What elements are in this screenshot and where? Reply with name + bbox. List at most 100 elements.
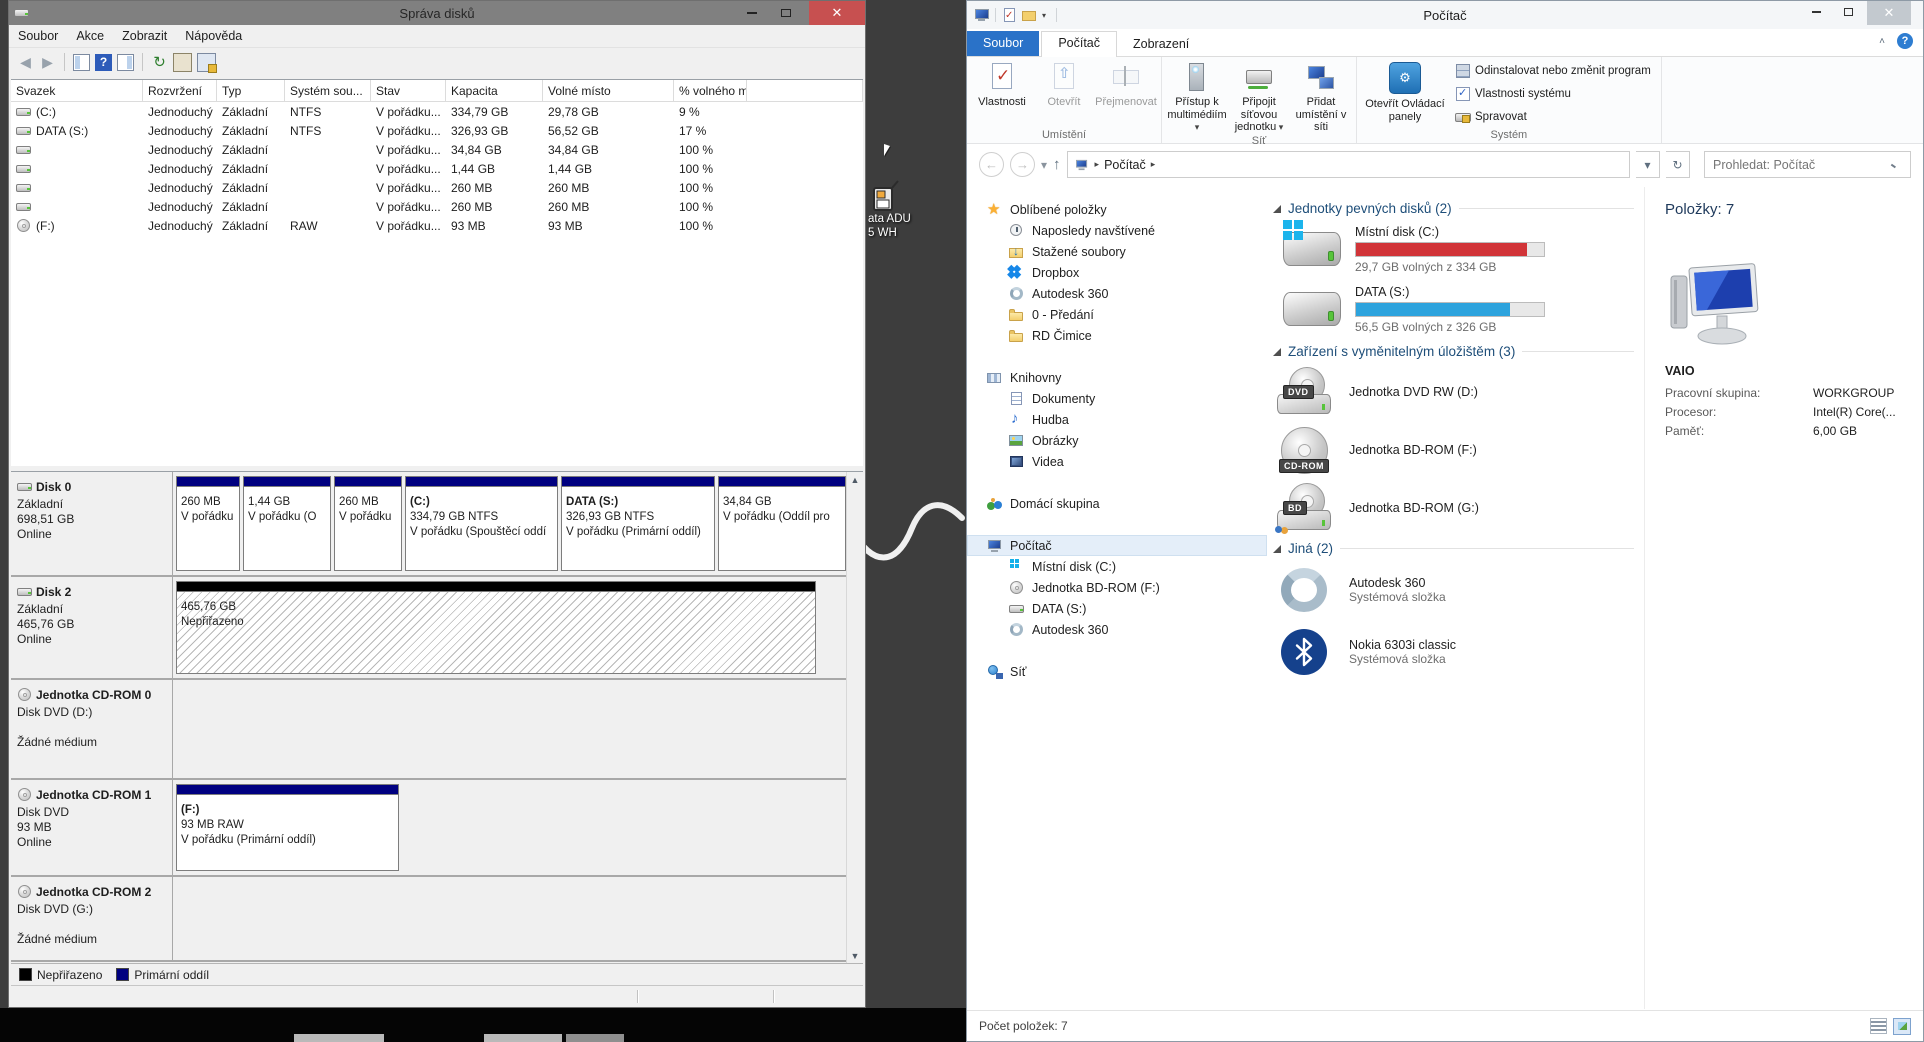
table-row[interactable]: JednoduchýZákladníV pořádku...1,44 GB1,4… bbox=[11, 159, 863, 178]
group-header[interactable]: Zařízení s vyměnitelným úložištěm (3) bbox=[1273, 344, 1644, 359]
column-header[interactable]: Kapacita bbox=[446, 80, 543, 101]
breadcrumb-arrow-icon[interactable]: ▸ bbox=[1095, 159, 1100, 170]
forward-button[interactable]: → bbox=[1010, 152, 1035, 177]
disk-label[interactable]: Jednotka CD-ROM 1Disk DVD93 MBOnline bbox=[11, 780, 173, 875]
history-dropdown-icon[interactable]: ▾ bbox=[1041, 158, 1047, 172]
search-box[interactable] bbox=[1704, 151, 1911, 178]
other-item[interactable]: Nokia 6303i classicSystémová složka bbox=[1273, 626, 1644, 678]
sidebar-item-místní-disk--c--[interactable]: Místní disk (C:) bbox=[967, 556, 1267, 577]
column-header[interactable]: Svazek bbox=[11, 80, 143, 101]
group-header[interactable]: Jiná (2) bbox=[1273, 541, 1644, 556]
help-icon[interactable]: ? bbox=[1897, 33, 1913, 49]
partition-region[interactable]: 34,84 GBV pořádku (Oddíl pro bbox=[718, 476, 846, 571]
desktop-shortcut[interactable]: ata ADU 5 WH bbox=[868, 180, 960, 240]
table-row[interactable]: (C:)JednoduchýZákladníNTFSV pořádku...33… bbox=[11, 102, 863, 121]
details-view-icon[interactable] bbox=[1870, 1018, 1887, 1034]
group-expanded-icon[interactable] bbox=[1273, 348, 1281, 356]
menu-item-akce[interactable]: Akce bbox=[67, 25, 113, 47]
sidebar-item-dropbox[interactable]: Dropbox bbox=[967, 262, 1267, 283]
help-icon[interactable]: ? bbox=[95, 54, 112, 71]
scroll-up-icon[interactable]: ▲ bbox=[851, 475, 860, 485]
sidebar-item-videa[interactable]: Videa bbox=[967, 451, 1267, 472]
sidebar-item-knihovny[interactable]: Knihovny bbox=[967, 367, 1267, 388]
ex-maximize-button[interactable] bbox=[1834, 1, 1863, 23]
ribbon-button[interactable]: ⚙Otevřít Ovládacípanely bbox=[1361, 59, 1449, 128]
up-button[interactable]: ↑ bbox=[1053, 156, 1061, 173]
new-folder-icon[interactable] bbox=[1022, 8, 1036, 22]
search-input[interactable] bbox=[1705, 152, 1888, 177]
column-header[interactable]: Typ bbox=[217, 80, 285, 101]
drive-item[interactable]: DATA (S:)56,5 GB volných z 326 GB bbox=[1281, 284, 1644, 334]
media-item[interactable]: BDJednotka BD-ROM (G:) bbox=[1273, 483, 1644, 533]
table-row[interactable]: (F:)JednoduchýZákladníRAWV pořádku...93 … bbox=[11, 216, 863, 235]
partition-region[interactable]: 260 MBV pořádku bbox=[176, 476, 240, 571]
table-row[interactable]: JednoduchýZákladníV pořádku...260 MB260 … bbox=[11, 197, 863, 216]
sidebar-item-naposledy-navštívené[interactable]: Naposledy navštívené bbox=[967, 220, 1267, 241]
sidebar-item-domácí-skupina[interactable]: Domácí skupina bbox=[967, 493, 1267, 514]
action-pane-icon[interactable] bbox=[117, 54, 134, 71]
new-vhd-icon[interactable] bbox=[197, 53, 216, 72]
tab-zobrazení[interactable]: Zobrazení bbox=[1117, 33, 1205, 56]
ex-minimize-button[interactable] bbox=[1802, 1, 1831, 23]
ribbon-button[interactable]: Otevřít bbox=[1033, 59, 1095, 128]
dm-minimize-button[interactable] bbox=[737, 1, 767, 25]
table-row[interactable]: JednoduchýZákladníV pořádku...34,84 GB34… bbox=[11, 140, 863, 159]
partition-region[interactable]: 260 MBV pořádku bbox=[334, 476, 402, 571]
column-header[interactable]: % volného m... bbox=[674, 80, 747, 101]
sidebar-item-jednotka-bd-rom--f--[interactable]: Jednotka BD-ROM (F:) bbox=[967, 577, 1267, 598]
ribbon-button[interactable]: Přejmenovat bbox=[1095, 59, 1157, 128]
sidebar-item-počítač[interactable]: Počítač bbox=[967, 535, 1267, 556]
customize-icon[interactable]: ▾ bbox=[1042, 11, 1050, 20]
ribbon-small-button[interactable]: Vlastnosti systému bbox=[1455, 84, 1651, 104]
sidebar-item-stažené-soubory[interactable]: Stažené soubory bbox=[967, 241, 1267, 262]
tab-soubor[interactable]: Soubor bbox=[967, 31, 1039, 56]
disk-label[interactable]: Disk 0Základní698,51 GBOnline bbox=[11, 472, 173, 575]
disk-label[interactable]: Disk 2Základní465,76 GBOnline bbox=[11, 577, 173, 678]
column-header[interactable]: Volné místo bbox=[543, 80, 674, 101]
sidebar-item-autodesk-360[interactable]: Autodesk 360 bbox=[967, 619, 1267, 640]
sidebar-item-obrázky[interactable]: Obrázky bbox=[967, 430, 1267, 451]
ex-close-button[interactable]: ✕ bbox=[1867, 1, 1911, 25]
refresh-icon[interactable]: ↻ bbox=[151, 54, 168, 71]
menu-item-zobrazit[interactable]: Zobrazit bbox=[113, 25, 176, 47]
ribbon-small-button[interactable]: Odinstalovat nebo změnit program bbox=[1455, 61, 1651, 81]
sidebar-item-0---předání[interactable]: 0 - Předání bbox=[967, 304, 1267, 325]
menu-item-nápověda[interactable]: Nápověda bbox=[176, 25, 251, 47]
ribbon-button[interactable]: Přidatumístění v síti bbox=[1290, 59, 1352, 134]
table-row[interactable]: JednoduchýZákladníV pořádku...260 MB260 … bbox=[11, 178, 863, 197]
partition-region[interactable]: (F:)93 MB RAWV pořádku (Primární oddíl) bbox=[176, 784, 399, 871]
sidebar-item-autodesk-360[interactable]: Autodesk 360 bbox=[967, 283, 1267, 304]
console-tree-icon[interactable] bbox=[73, 54, 90, 71]
sidebar-item-oblíbené-položky[interactable]: Oblíbené položky bbox=[967, 199, 1267, 220]
partition-region[interactable]: (C:)334,79 GB NTFSV pořádku (Spouštěcí o… bbox=[405, 476, 558, 571]
address-box[interactable]: ▸ Počítač ▸ bbox=[1067, 151, 1630, 178]
group-expanded-icon[interactable] bbox=[1273, 205, 1281, 213]
disk-label[interactable]: Jednotka CD-ROM 2Disk DVD (G:)Žádné médi… bbox=[11, 877, 173, 960]
partition-region[interactable]: 465,76 GBNepřiřazeno bbox=[176, 581, 816, 674]
partition-region[interactable]: 1,44 GBV pořádku (O bbox=[243, 476, 331, 571]
ribbon-button[interactable]: Vlastnosti bbox=[971, 59, 1033, 128]
partition-region[interactable]: DATA (S:)326,93 GB NTFSV pořádku (Primár… bbox=[561, 476, 715, 571]
properties-icon[interactable] bbox=[1002, 8, 1016, 22]
back-icon[interactable]: ◀ bbox=[17, 54, 34, 71]
sidebar-item-dokumenty[interactable]: Dokumenty bbox=[967, 388, 1267, 409]
address-dropdown-button[interactable]: ▾ bbox=[1636, 151, 1660, 178]
menu-item-soubor[interactable]: Soubor bbox=[9, 25, 67, 47]
dm-scrollbar[interactable]: ▲ ▼ bbox=[846, 472, 863, 964]
other-item[interactable]: Autodesk 360Systémová složka bbox=[1273, 564, 1644, 616]
group-header[interactable]: Jednotky pevných disků (2) bbox=[1273, 201, 1644, 216]
ribbon-button[interactable]: Připojit síťovoujednotku ▾ bbox=[1228, 59, 1290, 134]
tab-počítač[interactable]: Počítač bbox=[1041, 31, 1117, 57]
column-header[interactable]: Systém sou... bbox=[285, 80, 371, 101]
ribbon-button[interactable]: Přístup kmultimédiím ▾ bbox=[1166, 59, 1228, 134]
dm-close-button[interactable]: ✕ bbox=[809, 1, 865, 25]
media-item[interactable]: DVDJednotka DVD RW (D:) bbox=[1273, 367, 1644, 417]
computer-icon[interactable] bbox=[975, 8, 989, 22]
sidebar-item-hudba[interactable]: Hudba bbox=[967, 409, 1267, 430]
refresh-button[interactable]: ↻ bbox=[1666, 151, 1690, 178]
media-item[interactable]: CD-ROMJednotka BD-ROM (F:) bbox=[1273, 425, 1644, 475]
sidebar-item-data--s--[interactable]: DATA (S:) bbox=[967, 598, 1267, 619]
properties-icon[interactable] bbox=[173, 53, 192, 72]
ribbon-small-button[interactable]: Spravovat bbox=[1455, 107, 1651, 127]
ex-titlebar[interactable]: ▾ Počítač bbox=[967, 1, 1923, 29]
